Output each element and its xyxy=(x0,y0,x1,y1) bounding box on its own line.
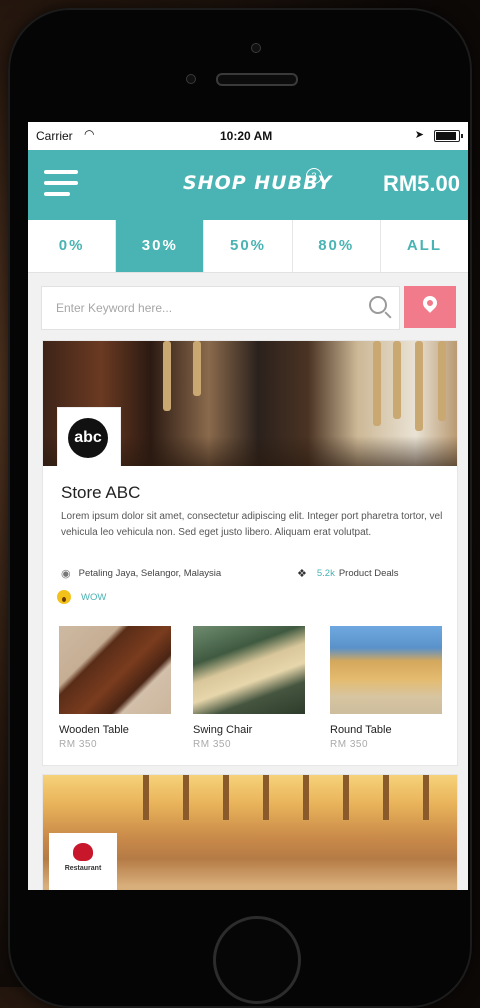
restaurant-logo-mark xyxy=(73,843,93,861)
tab-0-percent[interactable]: 0% xyxy=(28,220,117,272)
deals-label: Product Deals xyxy=(338,568,399,579)
product-image xyxy=(330,626,442,714)
dropbox-icon: ❖ xyxy=(297,568,307,580)
proximity-sensor xyxy=(186,74,196,84)
wallet-balance[interactable]: RM5.00 xyxy=(383,171,460,197)
tab-80-percent[interactable]: 80% xyxy=(293,220,381,272)
search-input[interactable] xyxy=(42,287,358,329)
search-icon[interactable] xyxy=(369,296,387,314)
store-card[interactable]: abc Store ABC Lorem ipsum dolor sit amet… xyxy=(42,340,458,766)
store-banner-image: abc xyxy=(43,341,457,466)
product-price: RM 350 xyxy=(330,739,369,750)
store-logo: abc xyxy=(57,407,121,466)
store-logo: Restaurant xyxy=(49,833,117,890)
store-description: Lorem ipsum dolor sit amet, consectetur … xyxy=(61,511,443,538)
product-item[interactable]: Round Table RM 350 xyxy=(330,626,442,750)
search-box xyxy=(41,286,400,330)
hamburger-menu-icon[interactable] xyxy=(44,170,78,196)
search-row xyxy=(28,273,468,333)
tab-30-percent[interactable]: 30% xyxy=(116,220,205,272)
product-price: RM 350 xyxy=(193,739,232,750)
earpiece-speaker xyxy=(216,73,298,86)
notification-badge[interactable]: 3 xyxy=(306,168,322,184)
discount-tabs: 0% 30% 50% 80% ALL xyxy=(28,220,468,273)
tab-all[interactable]: ALL xyxy=(381,220,468,272)
deals-count: 5.2k xyxy=(316,568,335,579)
store-location-text: Petaling Jaya, Selangor, Malaysia xyxy=(78,568,222,579)
store-banner-image: Restaurant xyxy=(43,775,457,890)
abc-logo-mark: abc xyxy=(68,418,108,458)
carrier-label: Carrier xyxy=(36,129,73,143)
tab-50-percent[interactable]: 50% xyxy=(204,220,293,272)
status-bar: Carrier ◠ 10:20 AM ➤ xyxy=(28,122,468,150)
product-item[interactable]: Swing Chair RM 350 xyxy=(193,626,305,750)
app-screen: Carrier ◠ 10:20 AM ➤ SHOP HUBBY 3 RM5.00… xyxy=(28,122,468,890)
product-name: Wooden Table xyxy=(59,724,129,736)
restaurant-logo-text: Restaurant xyxy=(64,865,102,872)
product-price: RM 350 xyxy=(59,739,98,750)
location-pin-icon: ◉ xyxy=(61,568,71,580)
wifi-icon: ◠ xyxy=(84,127,95,141)
store-card[interactable]: Restaurant xyxy=(42,774,458,890)
location-button[interactable] xyxy=(404,286,456,328)
wow-emoji-icon xyxy=(57,590,71,604)
product-name: Round Table xyxy=(330,724,392,736)
location-arrow-icon: ➤ xyxy=(414,129,424,141)
clock: 10:20 AM xyxy=(220,129,273,143)
store-name[interactable]: Store ABC xyxy=(61,483,140,503)
reaction[interactable]: WOW xyxy=(57,590,106,604)
battery-icon xyxy=(434,130,463,142)
front-camera xyxy=(251,43,261,53)
product-image xyxy=(59,626,171,714)
app-header: SHOP HUBBY 3 RM5.00 xyxy=(28,150,468,220)
product-name: Swing Chair xyxy=(193,724,253,736)
home-button[interactable] xyxy=(213,916,301,1004)
store-location: ◉ Petaling Jaya, Selangor, Malaysia xyxy=(61,567,221,580)
product-deals[interactable]: ❖ 5.2k Product Deals xyxy=(297,567,399,580)
product-image xyxy=(193,626,305,714)
product-item[interactable]: Wooden Table RM 350 xyxy=(59,626,171,750)
reaction-label: WOW xyxy=(81,591,107,603)
map-pin-icon xyxy=(420,293,440,313)
